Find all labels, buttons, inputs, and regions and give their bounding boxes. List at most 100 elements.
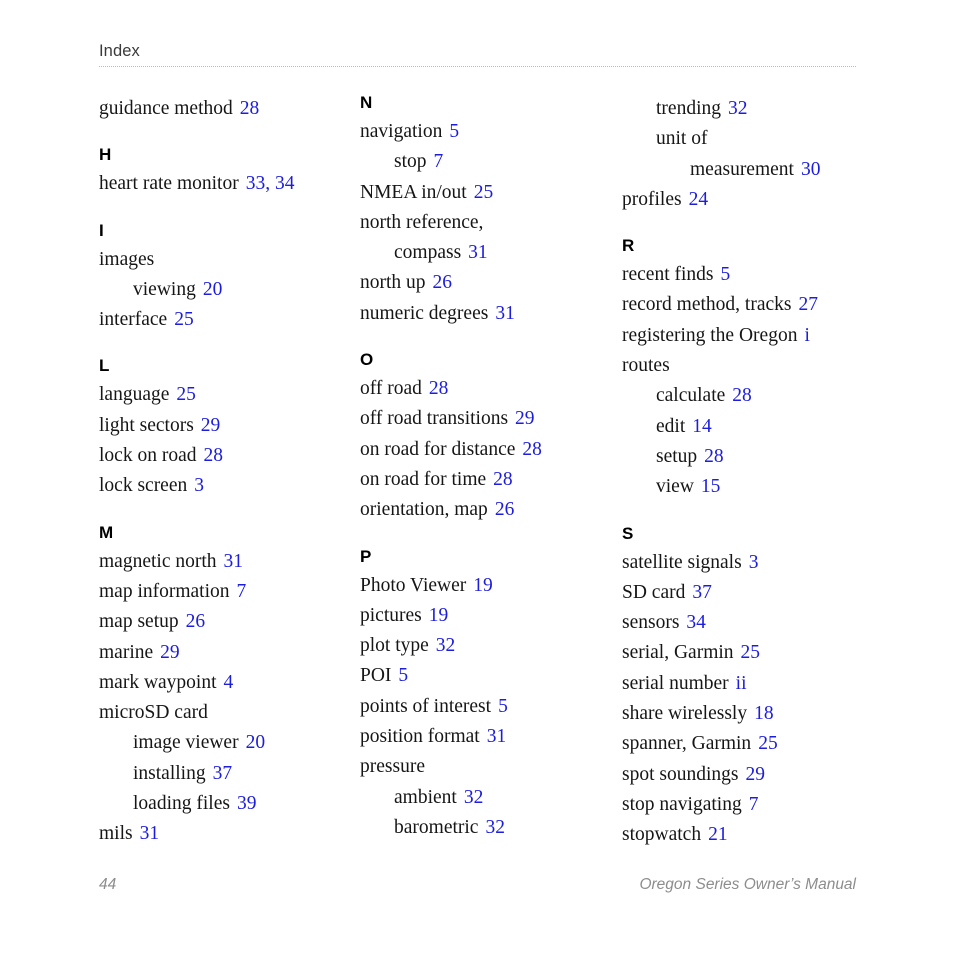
index-entry-term: pressure [360,756,425,778]
index-entry: stopwatch 21 [622,820,874,850]
index-entry-term: setup [656,445,698,467]
index-entry-page-ref[interactable]: 28 [429,378,449,399]
index-entry-page-ref[interactable]: 31 [468,242,488,263]
footer-manual-title: Oregon Series Owner’s Manual [639,876,856,893]
index-entry-page-ref[interactable]: 20 [246,732,266,753]
index-entry: plot type 32 [360,631,612,661]
index-entry: north reference, [360,208,612,238]
index-entry-page-ref[interactable]: 26 [186,611,206,632]
index-entry-page-ref[interactable]: 26 [495,499,515,520]
index-entry-term: points of interest [360,695,492,717]
index-entry: mils 31 [99,819,351,849]
index-entry: spanner, Garmin 25 [622,729,874,759]
index-entry-term: off road transitions [360,408,509,430]
index-entry: SD card 37 [622,578,874,608]
index-entry-page-ref[interactable]: 28 [203,445,223,466]
index-entry-page-ref[interactable]: 32 [485,817,505,838]
index-entry-page-ref[interactable]: 7 [434,151,444,172]
index-entry-page-ref[interactable]: 24 [689,189,709,210]
index-entry-page-ref[interactable]: 29 [745,764,765,785]
index-entry-page-ref[interactable]: 21 [708,824,728,845]
index-entry-page-ref[interactable]: 28 [240,98,260,119]
index-entry-term: position format [360,726,480,748]
index-entry-page-ref[interactable]: 29 [160,642,180,663]
index-entry-page-ref[interactable]: 26 [433,272,453,293]
index-entry: on road for distance 28 [360,435,612,465]
header-divider [99,66,856,68]
index-entry-page-ref[interactable]: 5 [721,264,731,285]
index-entry-term: map setup [99,611,179,633]
index-entry-page-ref[interactable]: 33, 34 [246,173,295,194]
index-entry-page-ref[interactable]: 7 [749,794,759,815]
index-entry-page-ref[interactable]: 32 [464,787,484,808]
index-entry-page-ref[interactable]: 15 [701,476,721,497]
index-entry: on road for time 28 [360,465,612,495]
index-entry: installing 37 [99,759,351,789]
index-entry-page-ref[interactable]: 27 [798,294,818,315]
index-entry: sensors 34 [622,608,874,638]
index-entry-page-ref[interactable]: 5 [449,121,459,142]
index-entry-page-ref[interactable]: 28 [493,469,513,490]
index-entry-page-ref[interactable]: 32 [436,635,456,656]
index-entry-page-ref[interactable]: 18 [754,703,774,724]
index-entry-page-ref[interactable]: 14 [692,416,712,437]
index-entry-page-ref[interactable]: 25 [758,733,778,754]
letter-heading-o: O [360,350,374,370]
index-entry-page-ref[interactable]: 25 [741,642,761,663]
index-entry-term: serial, Garmin [622,642,734,664]
index-entry-page-ref[interactable]: 25 [474,182,494,203]
index-entry-term: spot soundings [622,763,739,785]
index-entry-page-ref[interactable]: ii [736,673,747,694]
index-entry-term: guidance method [99,98,233,119]
index-entry-page-ref[interactable]: 20 [203,279,223,300]
index-entry-page-ref[interactable]: 31 [495,303,515,324]
index-entry-term: loading files [133,793,230,815]
index-entry-page-ref[interactable]: 7 [237,581,247,602]
index-entry-page-ref[interactable]: 28 [732,385,752,406]
index-entry-page-ref[interactable]: i [804,325,809,346]
index-entry-term: orientation, map [360,499,488,521]
index-entry-page-ref[interactable]: 19 [473,575,493,596]
index-entry-page-ref[interactable]: 31 [487,726,507,747]
index-entry-term: north up [360,272,426,294]
index-entry-term: serial number [622,672,729,694]
index-entry: points of interest 5 [360,692,612,722]
index-entry-page-ref[interactable]: 29 [201,415,221,436]
index-entry-page-ref[interactable]: 5 [398,665,408,686]
index-entry-page-ref[interactable]: 3 [749,552,759,573]
index-entry-page-ref[interactable]: 4 [224,672,234,693]
index-entry-page-ref[interactable]: 29 [515,408,535,429]
index-entry-page-ref[interactable]: 32 [728,98,748,119]
letter-heading-n: N [360,93,373,112]
index-entry-page-ref[interactable]: 31 [224,551,244,572]
index-entry: map information 7 [99,577,351,607]
index-entry: POI 5 [360,661,612,691]
index-entry-page-ref[interactable]: 34 [686,612,706,633]
index-entry: serial number ii [622,669,874,699]
index-entry: satellite signals 3 [622,548,874,578]
index-entry-term: calculate [656,385,726,407]
index-entry-term: image viewer [133,732,239,754]
index-entry-page-ref[interactable]: 5 [498,696,508,717]
index-entry-term: plot type [360,635,429,657]
index-entry-page-ref[interactable]: 37 [692,582,712,603]
index-entry-page-ref[interactable]: 30 [801,159,821,180]
index-entry: NMEA in/out 25 [360,178,612,208]
index-entry-term: satellite signals [622,551,742,573]
index-entry-page-ref[interactable]: 19 [429,605,449,626]
index-entry-term: view [656,476,694,498]
index-entry: images [99,245,351,275]
index-entry-page-ref[interactable]: 28 [522,439,542,460]
index-entry-term: on road for time [360,468,487,490]
index-entry-page-ref[interactable]: 25 [174,309,194,330]
index-entry-page-ref[interactable]: 3 [194,475,204,496]
index-entry-page-ref[interactable]: 39 [237,793,257,814]
column-2: Nnavigation 5 stop 7 NMEA in/out 25 north refe… [360,94,612,843]
letter-heading-p: P [360,546,372,566]
index-entry-term: unit of [656,128,708,150]
index-entry-term: marine [99,641,154,663]
index-entry-page-ref[interactable]: 31 [140,823,160,844]
index-entry-page-ref[interactable]: 37 [213,763,233,784]
index-entry-page-ref[interactable]: 28 [704,446,724,467]
index-entry-page-ref[interactable]: 25 [176,384,196,405]
